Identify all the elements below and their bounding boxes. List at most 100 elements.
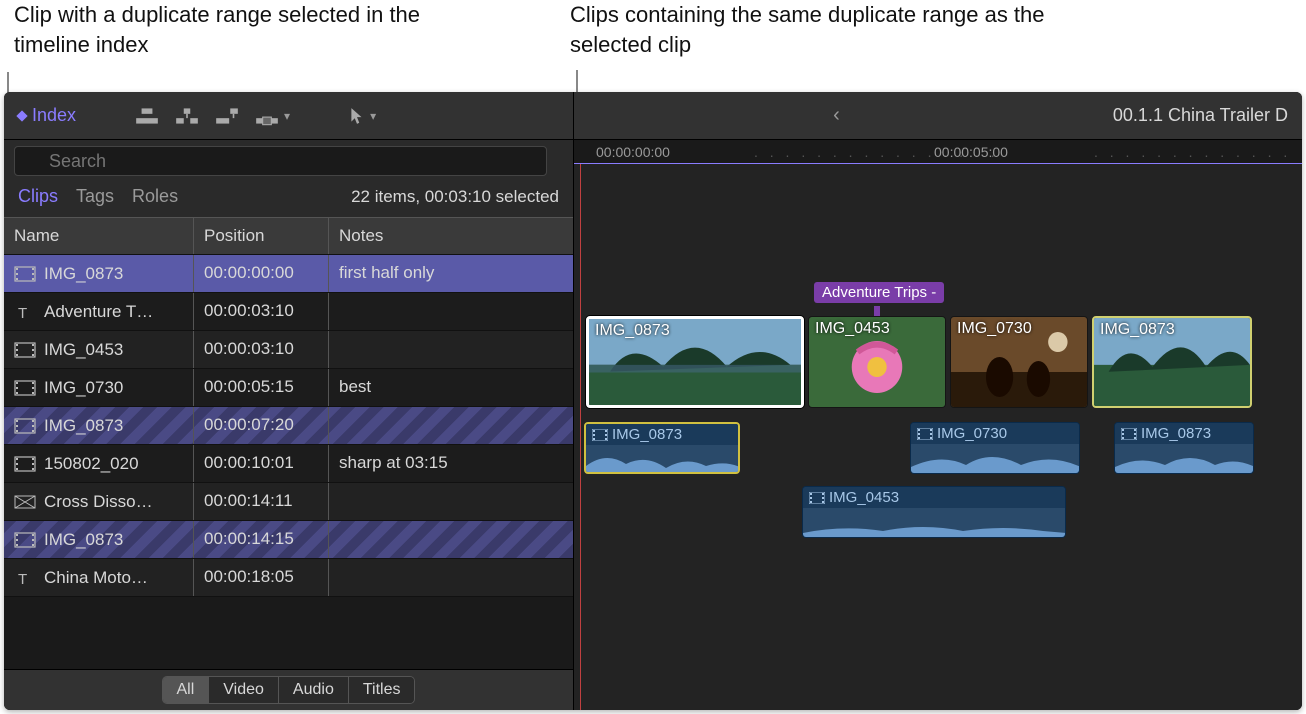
filter-video[interactable]: Video (209, 677, 279, 703)
table-row[interactable]: Cross Disso…00:00:14:11 (4, 483, 573, 521)
video-clip[interactable]: IMG_0453 (808, 316, 946, 408)
app-window: Index ▾ ▾ 🔍︎▾ (4, 92, 1302, 710)
table-row[interactable]: IMG_0873 00:00:00:00 first half only (4, 255, 573, 293)
table-row[interactable]: IMG_0730 00:00:05:15 best (4, 369, 573, 407)
filter-segmented: All Video Audio Titles (162, 676, 416, 704)
timeline-header: ‹ 00.1.1 China Trailer D (574, 92, 1302, 140)
audio-clip-duplicate[interactable]: IMG_0873 (584, 422, 740, 474)
text-icon: T (14, 570, 36, 586)
audio-clip[interactable]: IMG_0730 (910, 422, 1080, 474)
clip-name: IMG_0873 (44, 416, 123, 436)
index-toolbar: Index ▾ ▾ (4, 92, 573, 140)
audio-clip-label: IMG_0453 (829, 489, 899, 506)
text-icon: T (14, 304, 36, 320)
table-row[interactable]: IMG_0873 00:00:07:20 (4, 407, 573, 445)
audio-clip-header: IMG_0453 (803, 487, 1065, 508)
filter-bar: All Video Audio Titles (4, 669, 573, 710)
title-clip[interactable]: Adventure Trips - (814, 282, 944, 303)
title-clip-label: Adventure Trips - (822, 284, 936, 301)
pointer-tool-icon[interactable] (348, 106, 366, 126)
table-header: Name Position Notes (4, 217, 573, 255)
filter-titles[interactable]: Titles (349, 677, 415, 703)
waveform (911, 445, 1080, 474)
clip-notes: first half only (339, 263, 434, 282)
clip-label: IMG_0453 (815, 320, 890, 338)
column-header-name[interactable]: Name (4, 218, 194, 254)
clip-label: IMG_0730 (957, 320, 1032, 338)
clip-position: 00:00:00:00 (204, 263, 294, 282)
timeline-index-panel: Index ▾ ▾ 🔍︎▾ (4, 92, 574, 710)
table-row[interactable]: T Adventure T… 00:00:03:10 (4, 293, 573, 331)
timecode-ruler[interactable]: 00:00:00:00 . . . . . . . . . . . . . . … (574, 140, 1302, 164)
audio-clip-label: IMG_0730 (937, 425, 1007, 442)
film-icon (809, 492, 825, 504)
svg-text:T: T (18, 571, 27, 586)
connect-clip-icon[interactable] (134, 106, 160, 126)
marker[interactable] (874, 306, 880, 316)
audio-clip-header: IMG_0730 (911, 423, 1079, 444)
tab-tags[interactable]: Tags (76, 186, 114, 207)
project-title: 00.1.1 China Trailer D (1099, 105, 1302, 126)
chevron-down-icon[interactable]: ▾ (284, 109, 290, 123)
back-chevron-icon[interactable]: ‹ (574, 104, 1099, 127)
svg-text:T: T (18, 305, 27, 320)
film-icon (14, 532, 36, 548)
filter-all[interactable]: All (163, 677, 210, 703)
film-icon (1121, 428, 1137, 440)
clip-position: 00:00:07:20 (204, 415, 294, 434)
append-clip-icon[interactable] (214, 106, 240, 126)
table-row[interactable]: TChina Moto…00:00:18:05 (4, 559, 573, 597)
audio-clip[interactable]: IMG_0453 (802, 486, 1066, 538)
diamond-icon (16, 110, 27, 121)
insert-clip-icon[interactable] (174, 106, 200, 126)
clip-position: 00:00:10:01 (204, 453, 294, 472)
clip-position: 00:00:18:05 (204, 567, 294, 586)
timeline-body[interactable]: Adventure Trips - IMG_0873 IMG_0453 (574, 164, 1302, 710)
clip-notes: best (339, 377, 371, 396)
clip-notes: sharp at 03:15 (339, 453, 448, 472)
index-tabs: Clips Tags Roles 22 items, 00:03:10 sele… (4, 180, 573, 217)
clip-name: IMG_0453 (44, 340, 123, 360)
playhead[interactable] (580, 164, 581, 710)
audio-clip-header: IMG_0873 (586, 424, 738, 445)
audio-clip[interactable]: IMG_0873 (1114, 422, 1254, 474)
film-icon (592, 429, 608, 441)
index-button[interactable]: Index (18, 105, 76, 126)
tab-clips[interactable]: Clips (18, 186, 58, 207)
video-clip-selected[interactable]: IMG_0873 (586, 316, 804, 408)
audio-clip-label: IMG_0873 (612, 426, 682, 443)
search-row: 🔍︎▾ (4, 140, 573, 180)
clip-name: IMG_0873 (44, 264, 123, 284)
callout-right-label: Clips containing the same duplicate rang… (570, 0, 1090, 59)
waveform (803, 509, 1066, 538)
tab-roles[interactable]: Roles (132, 186, 178, 207)
clip-name: 150802_020 (44, 454, 139, 474)
clip-position: 00:00:03:10 (204, 301, 294, 320)
column-header-position[interactable]: Position (194, 218, 329, 254)
clip-name: IMG_0730 (44, 378, 123, 398)
clip-name: IMG_0873 (44, 530, 123, 550)
clip-position: 00:00:05:15 (204, 377, 294, 396)
table-row[interactable]: 150802_020 00:00:10:01 sharp at 03:15 (4, 445, 573, 483)
index-button-label: Index (32, 105, 76, 126)
film-icon (917, 428, 933, 440)
clip-label: IMG_0873 (595, 322, 670, 340)
ruler-dots: . . . . . . . . . . . . . . . . (1094, 144, 1302, 164)
ruler-tick: 00:00:00:00 (596, 144, 670, 160)
clip-position: 00:00:03:10 (204, 339, 294, 358)
overwrite-clip-icon[interactable] (254, 106, 280, 126)
search-input[interactable] (14, 146, 547, 176)
clip-name: Adventure T… (44, 302, 153, 322)
chevron-down-icon[interactable]: ▾ (370, 109, 376, 123)
video-clip[interactable]: IMG_0730 (950, 316, 1088, 408)
clip-name: Cross Disso… (44, 492, 153, 512)
waveform (586, 446, 740, 474)
waveform (1115, 445, 1254, 474)
audio-clip-label: IMG_0873 (1141, 425, 1211, 442)
table-row[interactable]: IMG_0453 00:00:03:10 (4, 331, 573, 369)
video-clip-duplicate[interactable]: IMG_0873 (1092, 316, 1252, 408)
filter-audio[interactable]: Audio (279, 677, 349, 703)
table-row[interactable]: IMG_087300:00:14:15 (4, 521, 573, 559)
clip-list: IMG_0873 00:00:00:00 first half only T Adven… (4, 255, 573, 669)
column-header-notes[interactable]: Notes (329, 218, 573, 254)
